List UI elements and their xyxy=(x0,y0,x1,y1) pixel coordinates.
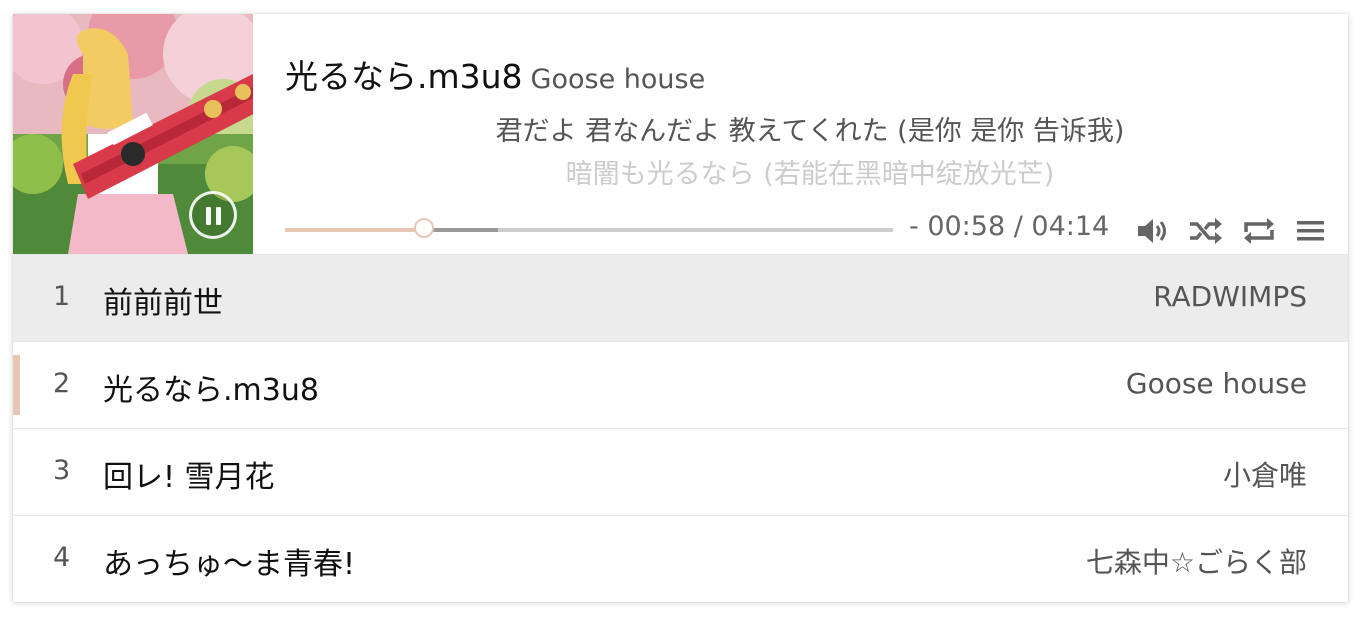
song-artist: Goose house xyxy=(530,64,706,95)
playlist-item[interactable]: 4 あっちゅ～ま青春! 七森中☆ごらく部 xyxy=(13,515,1348,602)
player-controls: - 00:58 / 04:14 xyxy=(285,210,1335,250)
playlist-item-title: 前前前世 xyxy=(103,286,223,321)
music-player: 光るなら.m3u8 Goose house 君だよ 君なんだよ 教えてくれた (是… xyxy=(13,14,1348,602)
lyrics-panel: 君だよ 君なんだよ 教えてくれた (是你 是你 告诉我) 暗闇も光るなら (若能… xyxy=(285,110,1335,196)
playlist-item-index: 2 xyxy=(53,368,71,399)
pause-icon-bar xyxy=(216,207,221,225)
playlist-item-index: 4 xyxy=(53,542,71,573)
shuffle-icon[interactable] xyxy=(1188,215,1224,247)
progress-played xyxy=(285,228,424,232)
volume-icon[interactable] xyxy=(1135,215,1171,247)
playlist-item-title: あっちゅ～ま青春! xyxy=(103,547,356,582)
album-cover[interactable] xyxy=(13,14,253,254)
lyric-next-line: 暗闇も光るなら (若能在黑暗中绽放光芒) xyxy=(565,159,1055,190)
active-track-marker xyxy=(13,355,20,415)
playlist-item-artist: Goose house xyxy=(1125,367,1307,400)
playlist-item-index: 3 xyxy=(53,455,71,486)
playlist-item-title: 光るなら.m3u8 xyxy=(103,373,319,408)
pause-icon-bar xyxy=(206,207,211,225)
progress-bar[interactable] xyxy=(285,218,893,238)
track-info: 光るなら.m3u8 Goose house 君だよ 君なんだよ 教えてくれた (是… xyxy=(285,14,1335,254)
player-header: 光るなら.m3u8 Goose house 君だよ 君なんだよ 教えてくれた (是… xyxy=(13,14,1348,254)
menu-icon[interactable] xyxy=(1293,215,1329,247)
playlist-item-artist: 小倉唯 xyxy=(1222,459,1307,492)
playlist-item-artist: RADWIMPS xyxy=(1153,280,1307,313)
lyric-current-line: 君だよ 君なんだよ 教えてくれた (是你 是你 告诉我) xyxy=(495,116,1125,147)
time-display: - 00:58 / 04:14 xyxy=(909,211,1110,242)
playlist-item[interactable]: 1 前前前世 RADWIMPS xyxy=(13,254,1348,341)
title-line: 光るなら.m3u8 Goose house xyxy=(285,50,705,98)
pause-button[interactable] xyxy=(189,191,237,239)
repeat-icon[interactable] xyxy=(1241,215,1277,247)
playlist-item-artist: 七森中☆ごらく部 xyxy=(1085,546,1307,579)
playlist-item-active[interactable]: 2 光るなら.m3u8 Goose house xyxy=(13,341,1348,428)
playlist-item-title: 回レ! 雪月花 xyxy=(103,460,275,495)
progress-thumb[interactable] xyxy=(413,218,434,238)
playlist-item-index: 1 xyxy=(53,281,71,312)
song-title: 光るなら.m3u8 xyxy=(285,57,523,96)
playlist-item[interactable]: 3 回レ! 雪月花 小倉唯 xyxy=(13,428,1348,515)
playlist: 1 前前前世 RADWIMPS 2 光るなら.m3u8 Goose house … xyxy=(13,254,1348,602)
